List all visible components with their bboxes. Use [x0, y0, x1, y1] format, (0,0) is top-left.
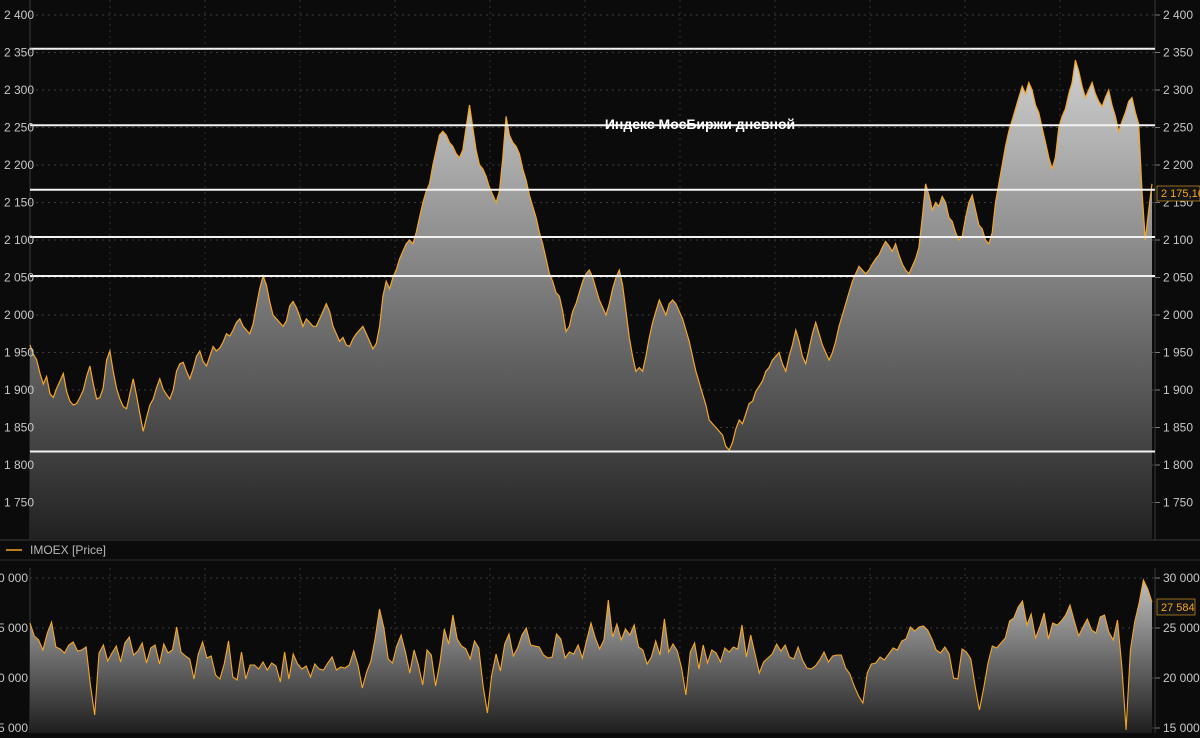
price-tick-label-left: 2 300 [4, 83, 34, 97]
volume-tick-label-left: 5 000 [0, 721, 28, 733]
volume-tick-label-left: 0 000 [0, 571, 28, 585]
price-tick-label-right: 1 850 [1163, 421, 1193, 435]
price-tick-label-left: 1 950 [4, 346, 34, 360]
price-last-value-label: 2 175,16 [1161, 188, 1200, 200]
imoex-chart-svg: 1 750 1 750 1 800 1 800 1 850 1 850 1 900 1 900… [0, 0, 1200, 735]
price-tick-label-right: 1 750 [1163, 496, 1193, 510]
price-tick-label-right: 2 350 [1163, 46, 1193, 60]
price-tick-label-left: 1 900 [4, 383, 34, 397]
price-tick-label-right: 1 900 [1163, 383, 1193, 397]
price-tick-label-right: 2 300 [1163, 83, 1193, 97]
price-tick-label-left: 2 150 [4, 196, 34, 210]
price-tick-label-left: 2 050 [4, 271, 34, 285]
price-tick-label-right: 1 800 [1163, 458, 1193, 472]
price-tick-label-left: 1 850 [4, 421, 34, 435]
price-tick-label-left: 2 350 [4, 46, 34, 60]
price-tick-label-right: 2 050 [1163, 271, 1193, 285]
price-tick-label-right: 2 100 [1163, 233, 1193, 247]
price-tick-label-left: 2 400 [4, 8, 34, 22]
price-tick-label-left: 2 250 [4, 121, 34, 135]
volume-tick-label-right: 25 000 [1163, 621, 1200, 635]
legend-label: IMOEX [Price] [30, 543, 106, 557]
volume-last-value-label: 27 584 [1161, 602, 1195, 614]
price-tick-label-right: 1 950 [1163, 346, 1193, 360]
volume-tick-label-right: 15 000 [1163, 721, 1200, 733]
price-tick-label-left: 1 750 [4, 496, 34, 510]
price-tick-label-left: 2 100 [4, 233, 34, 247]
volume-tick-label-right: 20 000 [1163, 671, 1200, 685]
price-tick-label-right: 2 400 [1163, 8, 1193, 22]
chart-area: 1 750 1 750 1 800 1 800 1 850 1 850 1 900 1 900… [0, 0, 1200, 735]
volume-tick-label-left: 0 000 [0, 671, 28, 685]
price-tick-label-right: 2 200 [1163, 158, 1193, 172]
volume-tick-label-left: 5 000 [0, 621, 28, 635]
price-tick-label-left: 2 000 [4, 308, 34, 322]
price-tick-label-left: 2 200 [4, 158, 34, 172]
price-tick-label-left: 1 800 [4, 458, 34, 472]
volume-tick-label-right: 30 000 [1163, 571, 1200, 585]
price-tick-label-right: 2 250 [1163, 121, 1193, 135]
price-tick-label-right: 2 000 [1163, 308, 1193, 322]
chart-title: Индекс МосБиржи дневной [605, 116, 795, 132]
